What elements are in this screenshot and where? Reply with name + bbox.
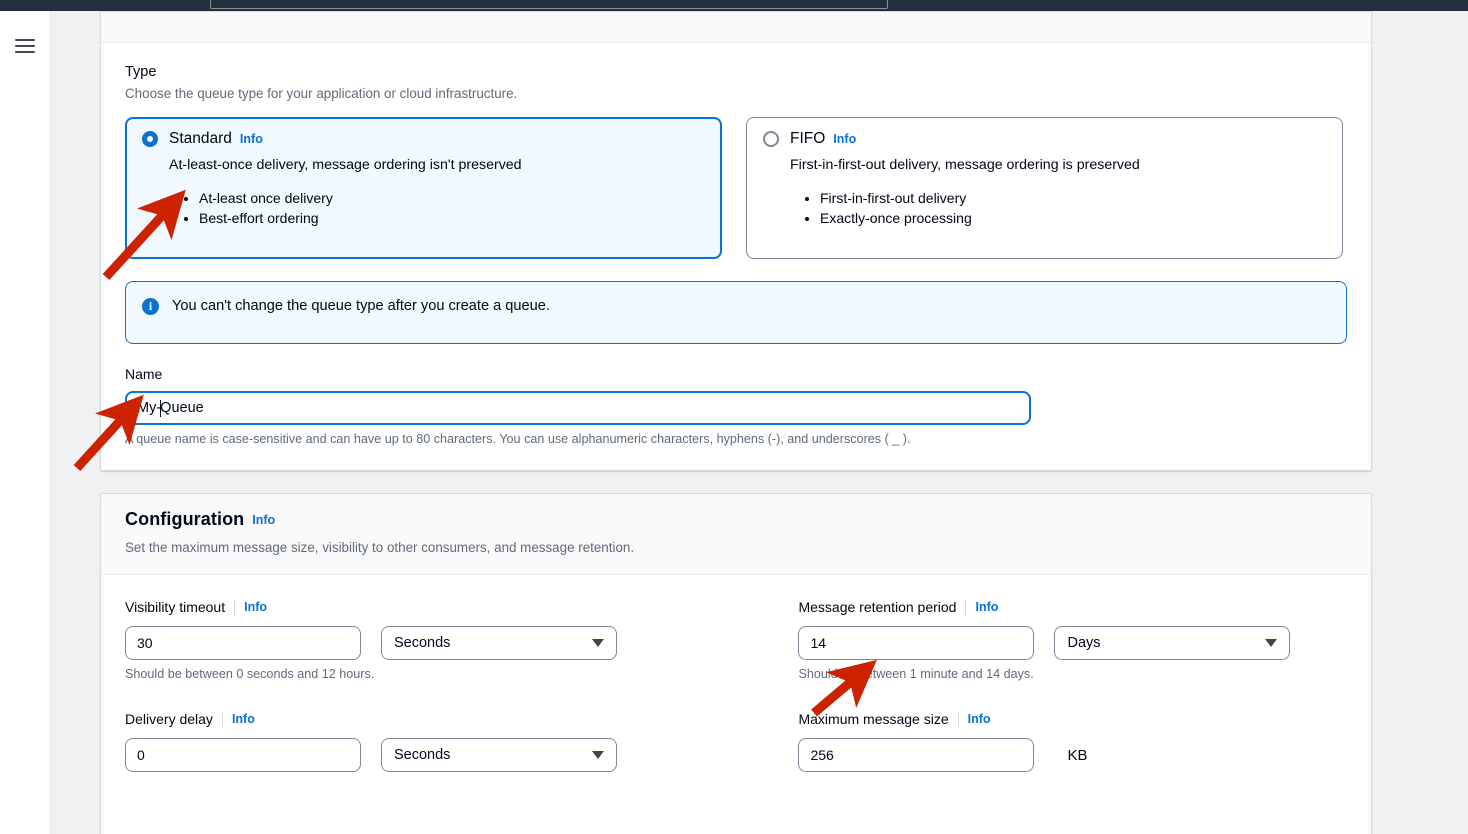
queue-type-info-alert: i You can't change the queue type after … <box>125 281 1347 344</box>
maximum-message-size-input[interactable] <box>798 738 1035 772</box>
type-description: Choose the queue type for your applicati… <box>125 86 518 101</box>
queue-details-panel-header <box>101 12 1371 43</box>
fifo-option-bullets: First-in-first-out delivery Exactly-once… <box>763 188 1326 228</box>
delivery-delay-controls: Seconds <box>125 738 733 772</box>
delivery-delay-info-link[interactable]: Info <box>232 712 255 726</box>
visibility-timeout-info-link[interactable]: Info <box>244 600 267 614</box>
delivery-delay-label-row: Delivery delay Info <box>125 709 733 729</box>
message-retention-period-input[interactable] <box>798 626 1035 660</box>
configuration-info-link[interactable]: Info <box>252 513 275 527</box>
visibility-timeout-unit-value: Seconds <box>394 635 451 651</box>
configuration-panel-body: Visibility timeout Info Seconds <box>101 575 1371 794</box>
message-retention-period-unit-select[interactable]: Days <box>1054 626 1291 660</box>
queue-name-value-after: Queue <box>160 400 204 416</box>
queue-name-label: Name <box>125 366 163 382</box>
chevron-down-icon <box>592 751 604 759</box>
type-label: Type <box>125 64 157 80</box>
maximum-message-size-info-link[interactable]: Info <box>968 712 991 726</box>
delivery-delay-field: Delivery delay Info Seconds <box>125 709 733 772</box>
standard-radio-button[interactable] <box>142 131 158 147</box>
message-retention-period-field: Message retention period Info Days <box>798 597 1347 683</box>
fifo-radio-line: FIFO Info <box>763 130 1326 148</box>
info-circle-icon: i <box>142 298 159 315</box>
delivery-delay-input[interactable] <box>125 738 361 772</box>
queue-name-input[interactable]: My- Queue <box>125 391 1031 425</box>
queue-details-panel: Type Choose the queue type for your appl… <box>100 11 1372 471</box>
chevron-down-icon <box>592 639 604 647</box>
visibility-timeout-input[interactable] <box>125 626 361 660</box>
fifo-option-description: First-in-first-out delivery, message ord… <box>790 157 1140 173</box>
top-navigation-bar <box>0 0 1468 11</box>
chevron-down-icon <box>1265 639 1278 647</box>
list-item: At-least once delivery <box>199 188 705 208</box>
list-item: Exactly-once processing <box>820 208 1326 228</box>
queue-type-options: Standard Info At-least-once delivery, me… <box>125 117 1347 259</box>
maximum-message-size-label: Maximum message size <box>798 711 949 727</box>
configuration-fields-grid: Visibility timeout Info Seconds <box>125 575 1347 772</box>
maximum-message-size-label-row: Maximum message size Info <box>798 709 1347 729</box>
visibility-timeout-label-row: Visibility timeout Info <box>125 597 733 617</box>
queue-type-option-fifo[interactable]: FIFO Info First-in-first-out delivery, m… <box>746 117 1343 259</box>
rail-gap-spacer <box>49 11 100 834</box>
maximum-message-size-unit: KB <box>1067 746 1088 764</box>
delivery-delay-label: Delivery delay <box>125 711 213 727</box>
list-item: First-in-first-out delivery <box>820 188 1326 208</box>
visibility-timeout-label: Visibility timeout <box>125 599 226 615</box>
queue-details-panel-body: Type Choose the queue type for your appl… <box>101 43 1371 470</box>
list-item: Best-effort ordering <box>199 208 705 228</box>
fifo-info-link[interactable]: Info <box>833 132 856 146</box>
fifo-radio-button[interactable] <box>763 131 779 147</box>
standard-info-link[interactable]: Info <box>240 132 263 146</box>
queue-name-input-wrapper: My- Queue <box>125 391 1347 425</box>
label-divider <box>965 599 967 615</box>
label-divider <box>221 711 223 727</box>
maximum-message-size-controls: KB <box>798 738 1347 772</box>
message-retention-label-row: Message retention period Info <box>798 597 1347 617</box>
queue-type-option-standard[interactable]: Standard Info At-least-once delivery, me… <box>125 117 722 259</box>
message-retention-period-hint: Should be between 1 minute and 14 days. <box>798 667 1034 681</box>
label-divider <box>957 711 959 727</box>
visibility-timeout-unit-select[interactable]: Seconds <box>381 626 617 660</box>
visibility-timeout-controls: Seconds <box>125 626 733 660</box>
configuration-description: Set the maximum message size, visibility… <box>125 540 635 555</box>
message-retention-period-label: Message retention period <box>798 599 957 615</box>
maximum-message-size-field: Maximum message size Info KB <box>798 709 1347 772</box>
queue-name-value-before: My- <box>137 400 162 416</box>
configuration-panel: Configuration Info Set the maximum messag… <box>100 493 1372 834</box>
queue-type-info-alert-text: You can't change the queue type after yo… <box>172 298 550 314</box>
hamburger-menu-icon[interactable] <box>15 39 35 54</box>
global-search-input[interactable] <box>210 0 888 9</box>
standard-option-description: At-least-once delivery, message ordering… <box>169 157 522 173</box>
main-content: Type Choose the queue type for your appl… <box>100 11 1468 834</box>
standard-radio-line: Standard Info <box>142 130 705 148</box>
left-navigation-rail <box>0 11 49 834</box>
queue-name-hint: A queue name is case-sensitive and can h… <box>125 432 911 446</box>
message-retention-period-info-link[interactable]: Info <box>975 600 998 614</box>
delivery-delay-unit-value: Seconds <box>394 747 451 763</box>
configuration-left-column: Visibility timeout Info Seconds <box>125 597 733 772</box>
standard-option-label: Standard <box>169 130 232 147</box>
app-screen: Type Choose the queue type for your appl… <box>0 0 1468 834</box>
configuration-right-column: Message retention period Info Days <box>733 597 1347 772</box>
message-retention-controls: Days <box>798 626 1347 660</box>
configuration-title: Configuration <box>125 509 245 529</box>
standard-option-bullets: At-least once delivery Best-effort order… <box>142 188 705 228</box>
configuration-panel-header: Configuration Info Set the maximum messag… <box>101 494 1371 575</box>
visibility-timeout-hint: Should be between 0 seconds and 12 hours… <box>125 667 375 681</box>
queue-name-field: Name My- Queue A queue name is case-sensi… <box>125 364 1347 448</box>
fifo-option-label: FIFO <box>790 130 826 147</box>
visibility-timeout-field: Visibility timeout Info Seconds <box>125 597 733 683</box>
message-retention-period-unit-value: Days <box>1067 635 1101 651</box>
label-divider <box>234 599 236 615</box>
delivery-delay-unit-select[interactable]: Seconds <box>381 738 617 772</box>
